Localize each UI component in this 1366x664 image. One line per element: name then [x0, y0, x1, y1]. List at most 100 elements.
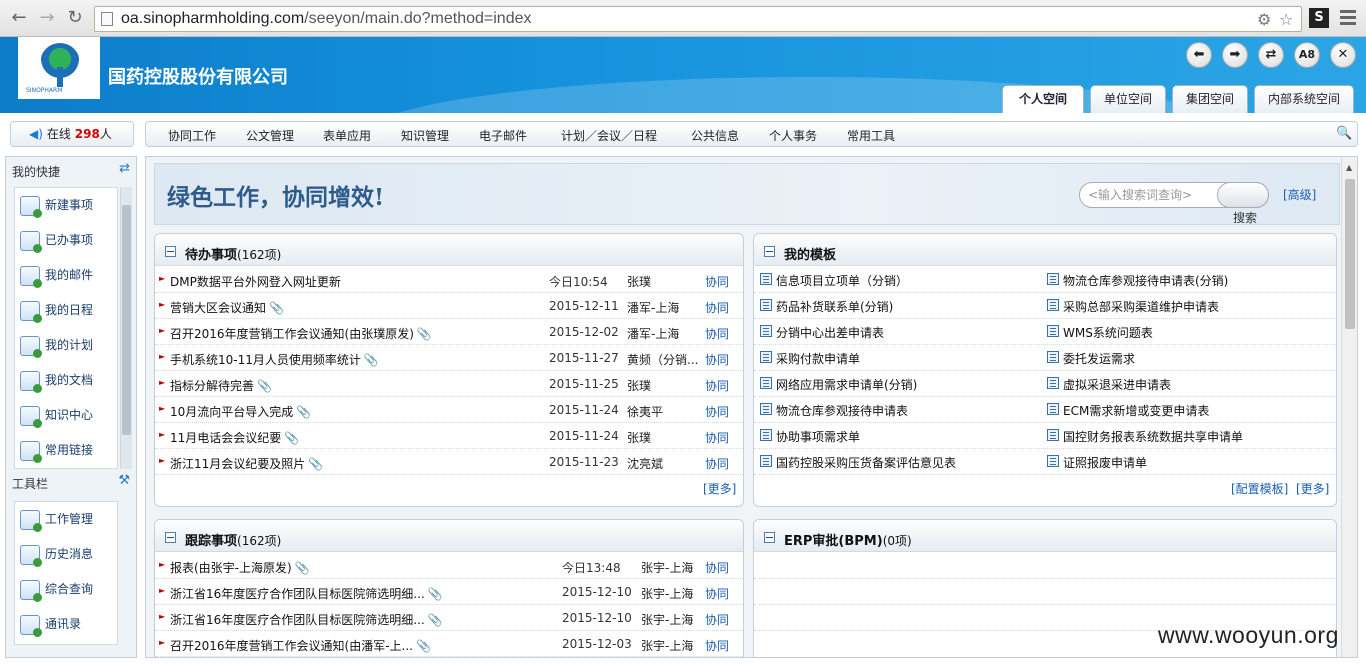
- shortcut-links[interactable]: 常用链接: [15, 433, 117, 468]
- template-item[interactable]: 国药控股采购压货备案评估意见表: [760, 449, 1040, 475]
- template-item[interactable]: 国控财务报表系统数据共享申请单: [1047, 423, 1327, 449]
- browser-forward-icon[interactable]: →: [36, 7, 58, 29]
- shortcut-my-plan[interactable]: 我的计划: [15, 328, 117, 363]
- template-item[interactable]: ECM需求新增或变更申请表: [1047, 397, 1327, 423]
- menu-plan-meeting[interactable]: 计划／会议／日程: [561, 127, 657, 144]
- row-type-link[interactable]: 协同: [705, 299, 729, 316]
- shortcut-knowledge-center[interactable]: 知识中心: [15, 398, 117, 433]
- template-item[interactable]: 分销中心出差申请表: [760, 319, 1040, 345]
- forward-button[interactable]: ➡: [1222, 42, 1248, 68]
- row-type-link[interactable]: 协同: [705, 325, 729, 342]
- template-item[interactable]: 采购总部采购渠道维护申请表: [1047, 293, 1327, 319]
- row-type-link[interactable]: 协同: [705, 455, 729, 472]
- row-title[interactable]: 营销大区会议通知 📎: [170, 299, 284, 316]
- collapse-icon[interactable]: [165, 246, 176, 257]
- shortcut-my-mail[interactable]: 我的邮件: [15, 258, 117, 293]
- browser-menu-icon[interactable]: [1340, 10, 1356, 28]
- tool-work-management[interactable]: 工作管理: [15, 502, 117, 537]
- tab-personal-space[interactable]: 个人空间: [1002, 85, 1084, 113]
- tracking-row[interactable]: ► 浙江省16年度医疗合作团队目标医院筛选明细... 📎 2015-12-10 张宇-上…: [155, 579, 743, 605]
- row-title[interactable]: 指标分解待完善 📎: [170, 377, 272, 394]
- row-type-link[interactable]: 协同: [705, 611, 729, 628]
- pending-row[interactable]: ► 10月流向平台导入完成 📎 2015-11-24 徐夷平 协同: [155, 397, 743, 423]
- url-text[interactable]: oa.sinopharmholding.com/seeyon/main.do?m…: [121, 10, 531, 28]
- row-title[interactable]: 浙江11月会议纪要及照片 📎: [170, 455, 323, 472]
- online-users[interactable]: ◀) 在线 298人: [10, 121, 134, 147]
- pending-row[interactable]: ► 指标分解待完善 📎 2015-11-25 张璞 协同: [155, 371, 743, 397]
- shortcut-done-items[interactable]: 已办事项: [15, 223, 117, 258]
- template-item[interactable]: 协助事项需求单: [760, 423, 1040, 449]
- bookmark-star-icon[interactable]: ☆: [1279, 10, 1293, 29]
- key-icon[interactable]: ⚙: [1257, 10, 1271, 29]
- pending-row[interactable]: ► 11月电话会会议纪要 📎 2015-11-24 张璞 协同: [155, 423, 743, 449]
- row-type-link[interactable]: 协同: [705, 637, 729, 654]
- pending-row[interactable]: ► 手机系统10-11月人员使用频率统计 📎 2015-11-27 黄频（分销... 协同: [155, 345, 743, 371]
- row-title[interactable]: 报表(由张宇-上海原发) 📎: [170, 559, 310, 576]
- tracking-row[interactable]: ► 召开2016年度营销工作会议通知(由潘军-上... 📎 2015-12-03 张宇-…: [155, 631, 743, 657]
- template-item[interactable]: 虚拟采退采进申请表: [1047, 371, 1327, 397]
- collapse-icon[interactable]: [165, 532, 176, 543]
- template-item[interactable]: 药品补货联系单(分销): [760, 293, 1040, 319]
- row-type-link[interactable]: 协同: [705, 429, 729, 446]
- row-title[interactable]: 11月电话会会议纪要 📎: [170, 429, 299, 446]
- shortcut-my-schedule[interactable]: 我的日程: [15, 293, 117, 328]
- shortcut-new-item[interactable]: 新建事项: [15, 188, 117, 223]
- scroll-up-icon[interactable]: ▲: [1346, 163, 1352, 172]
- shortcut-scroll-thumb[interactable]: [122, 205, 131, 435]
- menu-public-info[interactable]: 公共信息: [691, 127, 739, 144]
- template-item[interactable]: 物流仓库参观接待申请表(分销): [1047, 267, 1327, 293]
- tab-unit-space[interactable]: 单位空间: [1090, 85, 1166, 113]
- address-bar[interactable]: oa.sinopharmholding.com/seeyon/main.do?m…: [94, 6, 1302, 32]
- tracking-row[interactable]: ► 浙江省16年度医疗合作团队目标医院筛选明细... 📎 2015-12-10 张宇-上…: [155, 605, 743, 631]
- menu-personal-affairs[interactable]: 个人事务: [769, 127, 817, 144]
- templates-more-link[interactable]: [更多]: [1296, 480, 1329, 497]
- template-item[interactable]: 委托发运需求: [1047, 345, 1327, 371]
- browser-back-icon[interactable]: ←: [8, 7, 30, 29]
- menu-knowledge[interactable]: 知识管理: [401, 127, 449, 144]
- row-title[interactable]: 浙江省16年度医疗合作团队目标医院筛选明细... 📎: [170, 585, 443, 602]
- toolbar-wrench-icon[interactable]: ⚒: [118, 473, 130, 488]
- browser-reload-icon[interactable]: ↻: [64, 7, 86, 29]
- collapse-icon[interactable]: [764, 246, 775, 257]
- advanced-search-link[interactable]: [高级]: [1283, 186, 1316, 203]
- template-item[interactable]: 物流仓库参观接待申请表: [760, 397, 1040, 423]
- tool-address-book[interactable]: 通讯录: [15, 607, 117, 642]
- tab-internal-space[interactable]: 内部系统空间: [1254, 85, 1354, 113]
- back-button[interactable]: ⬅: [1186, 42, 1212, 68]
- refresh-button[interactable]: ⇄: [1258, 42, 1284, 68]
- row-type-link[interactable]: 协同: [705, 559, 729, 576]
- template-item[interactable]: 网络应用需求申请单(分销): [760, 371, 1040, 397]
- tracking-row[interactable]: ► 报表(由张宇-上海原发) 📎 今日13:48 张宇-上海 协同: [155, 553, 743, 579]
- shortcuts-toggle-icon[interactable]: ⇄: [119, 161, 130, 176]
- pending-row[interactable]: ► 营销大区会议通知 📎 2015-12-11 潘军-上海 协同: [155, 293, 743, 319]
- template-item[interactable]: 证照报废申请单: [1047, 449, 1327, 475]
- row-type-link[interactable]: 协同: [705, 351, 729, 368]
- template-item[interactable]: WMS系统问题表: [1047, 319, 1327, 345]
- tab-group-space[interactable]: 集团空间: [1172, 85, 1248, 113]
- search-button[interactable]: [1217, 182, 1269, 208]
- row-title[interactable]: 召开2016年度营销工作会议通知(由潘军-上... 📎: [170, 637, 431, 654]
- menu-tools[interactable]: 常用工具: [847, 127, 895, 144]
- tool-history-messages[interactable]: 历史消息: [15, 537, 117, 572]
- row-type-link[interactable]: 协同: [705, 377, 729, 394]
- row-title[interactable]: DMP数据平台外网登入网址更新: [170, 273, 341, 290]
- shortcut-my-docs[interactable]: 我的文档: [15, 363, 117, 398]
- a8-button[interactable]: A8: [1294, 42, 1320, 68]
- main-scrollbar[interactable]: ▲: [1341, 157, 1357, 657]
- search-label[interactable]: 搜索: [1233, 209, 1257, 226]
- template-item[interactable]: 信息项目立项单（分销）: [760, 267, 1040, 293]
- configure-templates-link[interactable]: [配置模板]: [1231, 480, 1288, 497]
- pending-more-link[interactable]: [更多]: [703, 480, 736, 497]
- shortcut-scrollbar[interactable]: [120, 187, 132, 469]
- pending-row[interactable]: ► 浙江11月会议纪要及照片 📎 2015-11-23 沈亮斌 协同: [155, 449, 743, 475]
- row-title[interactable]: 召开2016年度营销工作会议通知(由张璞原发) 📎: [170, 325, 432, 342]
- extension-icon[interactable]: S: [1309, 8, 1329, 28]
- pending-row[interactable]: ► DMP数据平台外网登入网址更新 今日10:54 张璞 协同: [155, 267, 743, 293]
- menu-collaboration[interactable]: 协同工作: [168, 127, 216, 144]
- collapse-icon[interactable]: [764, 532, 775, 543]
- pending-row[interactable]: ► 召开2016年度营销工作会议通知(由张璞原发) 📎 2015-12-02 潘军-上海…: [155, 319, 743, 345]
- template-item[interactable]: 采购付款申请单: [760, 345, 1040, 371]
- row-type-link[interactable]: 协同: [705, 403, 729, 420]
- main-scroll-thumb[interactable]: [1345, 179, 1355, 329]
- row-title[interactable]: 手机系统10-11月人员使用频率统计 📎: [170, 351, 379, 368]
